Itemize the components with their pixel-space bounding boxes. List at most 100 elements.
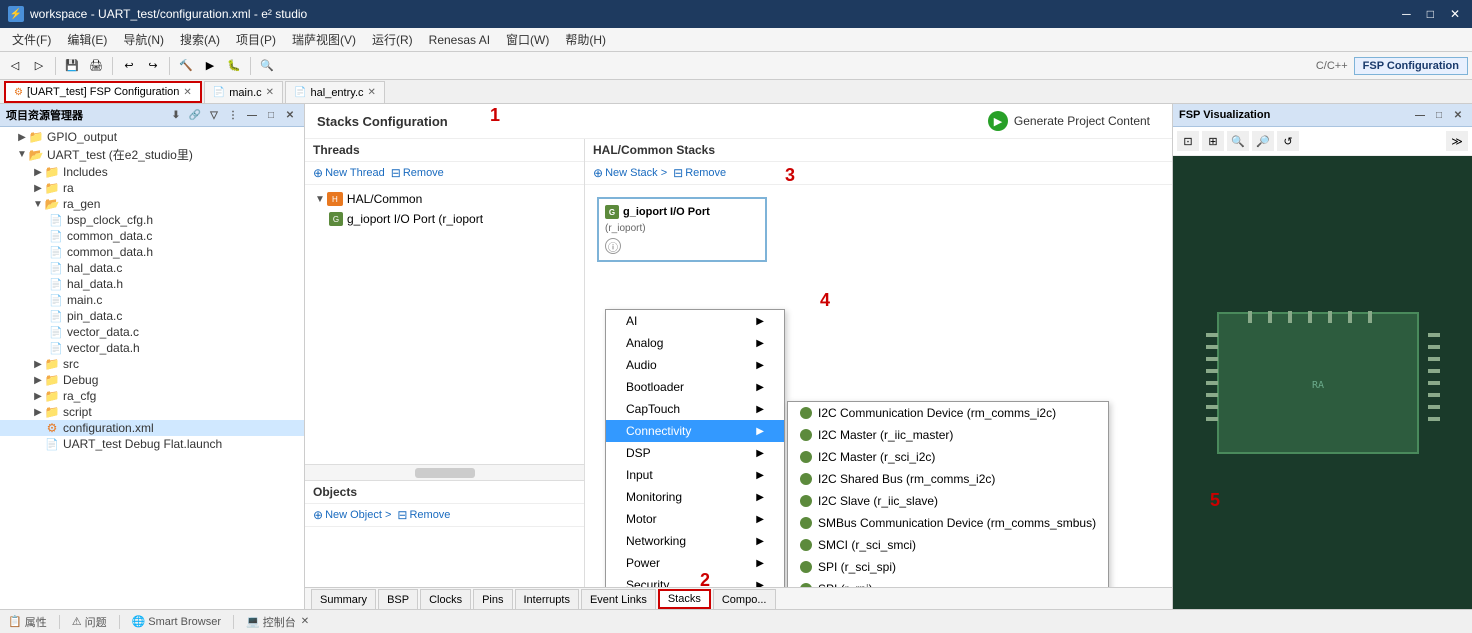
tree-item-main-c[interactable]: 📄 main.c — [0, 292, 304, 308]
menu-ai[interactable]: AI ▶ — [606, 310, 784, 332]
remove-thread-btn[interactable]: ⊟ Remove — [391, 166, 444, 180]
menu-renesas-ai[interactable]: Renesas AI — [421, 31, 498, 49]
menu-security[interactable]: Security ▶ — [606, 574, 784, 587]
sub-spi-sci[interactable]: SPI (r_sci_spi) — [788, 556, 1108, 578]
toolbar-build[interactable]: 🔨 — [175, 55, 197, 77]
tab-compo[interactable]: Compo... — [713, 589, 776, 609]
hal-common-toggle[interactable]: ▼ — [315, 194, 325, 205]
sub-i2c-comms[interactable]: I2C Communication Device (rm_comms_i2c) — [788, 402, 1108, 424]
toolbar-undo[interactable]: ↩ — [118, 55, 140, 77]
status-properties[interactable]: 📋 属性 — [8, 614, 47, 630]
fsp-vis-minimize[interactable]: — — [1412, 107, 1428, 123]
tree-item-ra-cfg[interactable]: ▶ 📁 ra_cfg — [0, 388, 304, 404]
tab-clocks[interactable]: Clocks — [420, 589, 471, 609]
ra-gen-toggle[interactable]: ▼ — [32, 199, 44, 210]
tree-item-vector-data-c[interactable]: 📄 vector_data.c — [0, 324, 304, 340]
tab-fsp-close[interactable]: ✕ — [183, 87, 191, 98]
tab-event-links[interactable]: Event Links — [581, 589, 656, 609]
tree-item-ra-gen[interactable]: ▼ 📂 ra_gen — [0, 196, 304, 212]
tree-item-src[interactable]: ▶ 📁 src — [0, 356, 304, 372]
menu-networking[interactable]: Networking ▶ — [606, 530, 784, 552]
menu-input[interactable]: Input ▶ — [606, 464, 784, 486]
menu-help[interactable]: 帮助(H) — [557, 29, 614, 50]
new-object-btn[interactable]: ⊕ New Object > — [313, 508, 391, 522]
tab-interrupts[interactable]: Interrupts — [515, 589, 579, 609]
toolbar-debug[interactable]: 🐛 — [223, 55, 245, 77]
tree-item-hal-data-c[interactable]: 📄 hal_data.c — [0, 260, 304, 276]
includes-toggle[interactable]: ▶ — [32, 167, 44, 178]
tree-item-includes[interactable]: ▶ 📁 Includes — [0, 164, 304, 180]
remove-object-btn[interactable]: ⊟ Remove — [397, 508, 450, 522]
close-panel-icon[interactable]: ✕ — [282, 107, 298, 123]
tree-item-config-xml[interactable]: ⚙ configuration.xml — [0, 420, 304, 436]
maximize-panel-icon[interactable]: □ — [263, 107, 279, 123]
sub-i2c-slave[interactable]: I2C Slave (r_iic_slave) — [788, 490, 1108, 512]
menu-motor[interactable]: Motor ▶ — [606, 508, 784, 530]
tab-pins[interactable]: Pins — [473, 589, 512, 609]
menu-project[interactable]: 项目(P) — [228, 29, 284, 50]
new-stack-btn[interactable]: ⊕ New Stack > — [593, 166, 667, 180]
debug-toggle[interactable]: ▶ — [32, 375, 44, 386]
fsp-vis-layout[interactable]: ⊞ — [1202, 131, 1224, 151]
tab-stacks[interactable]: Stacks — [658, 589, 711, 609]
tree-item-vector-data-h[interactable]: 📄 vector_data.h — [0, 340, 304, 356]
toolbar-save[interactable]: 💾 — [61, 55, 83, 77]
fsp-vis-refresh[interactable]: ↺ — [1277, 131, 1299, 151]
src-toggle[interactable]: ▶ — [32, 359, 44, 370]
view-menu-icon[interactable]: ⋮ — [225, 107, 241, 123]
hal-common-node[interactable]: ▼ H HAL/Common — [309, 189, 580, 209]
tab-main-close[interactable]: ✕ — [266, 87, 274, 98]
maximize-btn[interactable]: □ — [1423, 7, 1438, 21]
tree-item-uart-test[interactable]: ▼ 📂 UART_test (在e2_studio里) — [0, 145, 304, 164]
fsp-vis-maximize[interactable]: □ — [1431, 107, 1447, 123]
toolbar-back[interactable]: ◁ — [4, 55, 26, 77]
toolbar-forward[interactable]: ▷ — [28, 55, 50, 77]
gpio-toggle[interactable]: ▶ — [16, 132, 28, 143]
tab-hal-close[interactable]: ✕ — [368, 87, 376, 98]
ra-toggle[interactable]: ▶ — [32, 183, 44, 194]
generate-project-btn[interactable]: ▶ Generate Project Content — [978, 108, 1160, 134]
tree-item-ra[interactable]: ▶ 📁 ra — [0, 180, 304, 196]
sub-i2c-master-iic[interactable]: I2C Master (r_iic_master) — [788, 424, 1108, 446]
tab-hal-entry[interactable]: 📄 hal_entry.c ✕ — [285, 81, 385, 103]
sub-i2c-master-sci[interactable]: I2C Master (r_sci_i2c) — [788, 446, 1108, 468]
toolbar-redo[interactable]: ↪ — [142, 55, 164, 77]
tree-item-uart-launch[interactable]: 📄 UART_test Debug Flat.launch — [0, 436, 304, 452]
tree-item-common-data-c[interactable]: 📄 common_data.c — [0, 228, 304, 244]
menu-file[interactable]: 文件(F) — [4, 29, 59, 50]
menu-bootloader[interactable]: Bootloader ▶ — [606, 376, 784, 398]
collapse-all-icon[interactable]: ⬇ — [168, 107, 184, 123]
uart-test-toggle[interactable]: ▼ — [16, 149, 28, 160]
ra-cfg-toggle[interactable]: ▶ — [32, 391, 44, 402]
menu-run[interactable]: 运行(R) — [364, 29, 421, 50]
tab-fsp-config[interactable]: ⚙ [UART_test] FSP Configuration ✕ — [4, 81, 202, 103]
tree-item-pin-data[interactable]: 📄 pin_data.c — [0, 308, 304, 324]
fsp-vis-btn1[interactable]: ≫ — [1446, 131, 1468, 151]
fsp-config-button[interactable]: FSP Configuration — [1354, 57, 1468, 75]
tab-summary[interactable]: Summary — [311, 589, 376, 609]
tree-item-hal-data-h[interactable]: 📄 hal_data.h — [0, 276, 304, 292]
new-thread-btn[interactable]: ⊕ New Thread — [313, 166, 385, 180]
tree-item-script[interactable]: ▶ 📁 script — [0, 404, 304, 420]
close-btn[interactable]: ✕ — [1446, 7, 1464, 21]
status-problems[interactable]: ⚠ 问题 — [72, 614, 107, 630]
tree-item-gpio[interactable]: ▶ 📁 GPIO_output — [0, 129, 304, 145]
menu-search[interactable]: 搜索(A) — [172, 29, 228, 50]
status-smart-browser[interactable]: 🌐 Smart Browser — [132, 615, 221, 628]
menu-window[interactable]: 窗口(W) — [498, 29, 557, 50]
toolbar-search[interactable]: 🔍 — [256, 55, 278, 77]
toolbar-run[interactable]: ▶ — [199, 55, 221, 77]
remove-stack-btn[interactable]: ⊟ Remove — [673, 166, 726, 180]
menu-navigate[interactable]: 导航(N) — [115, 29, 172, 50]
script-toggle[interactable]: ▶ — [32, 407, 44, 418]
tab-main-c[interactable]: 📄 main.c ✕ — [204, 81, 283, 103]
hal-stack-box[interactable]: G g_ioport I/O Port (r_ioport) ⓘ — [597, 197, 767, 262]
link-editor-icon[interactable]: 🔗 — [187, 107, 203, 123]
sub-spi-rpi[interactable]: SPI (r_rpi) — [788, 578, 1108, 587]
fsp-vis-zoom-in[interactable]: 🔍 — [1227, 131, 1249, 151]
menu-power[interactable]: Power ▶ — [606, 552, 784, 574]
thread-scrollbar[interactable] — [305, 464, 584, 480]
menu-edit[interactable]: 编辑(E) — [59, 29, 115, 50]
menu-monitoring[interactable]: Monitoring ▶ — [606, 486, 784, 508]
minimize-btn[interactable]: ─ — [1398, 7, 1415, 21]
